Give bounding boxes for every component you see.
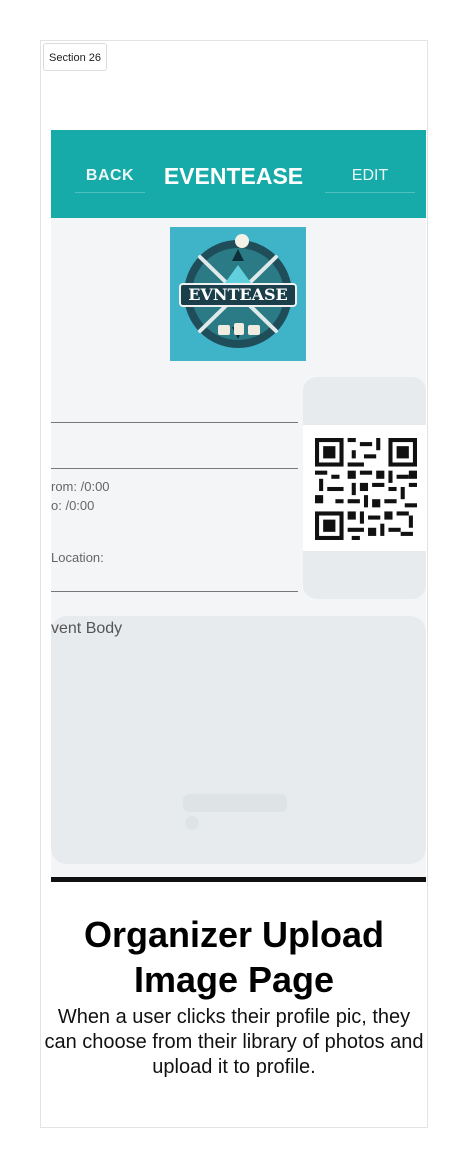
event-body-label: vent Body — [51, 620, 123, 637]
location-field-underline[interactable] — [51, 591, 298, 592]
faded-placeholder-bar — [183, 794, 287, 812]
section-tag: Section 26 — [43, 43, 107, 71]
date-field-underline[interactable] — [51, 468, 298, 469]
from-time-field[interactable]: rom: /0:00 — [51, 479, 110, 494]
app-screenshot: BACK EVENTEASE EDIT EVNTEASE rom: /0:00 … — [51, 130, 426, 882]
edit-button[interactable]: EDIT — [325, 160, 415, 193]
caption-title: Organizer Upload Image Page — [83, 914, 385, 1000]
caption-description: When a user clicks their profile pic, th… — [44, 1006, 424, 1078]
faded-placeholder-dot — [185, 816, 199, 830]
qr-code-icon[interactable] — [315, 438, 417, 540]
logo-text: EVNTEASE — [188, 285, 288, 304]
event-logo-image[interactable]: EVNTEASE — [170, 227, 306, 361]
screen-bottom-border — [51, 877, 426, 882]
title-field-underline[interactable] — [51, 422, 298, 423]
back-button[interactable]: BACK — [75, 160, 145, 193]
event-body-textarea[interactable] — [51, 616, 426, 864]
to-time-field[interactable]: o: /0:00 — [51, 498, 94, 513]
app-bar: BACK EVENTEASE EDIT — [51, 130, 426, 218]
location-label: Location: — [51, 550, 104, 565]
logo-emblem-icon: EVNTEASE — [170, 227, 306, 361]
app-title: EVENTEASE — [163, 163, 304, 189]
